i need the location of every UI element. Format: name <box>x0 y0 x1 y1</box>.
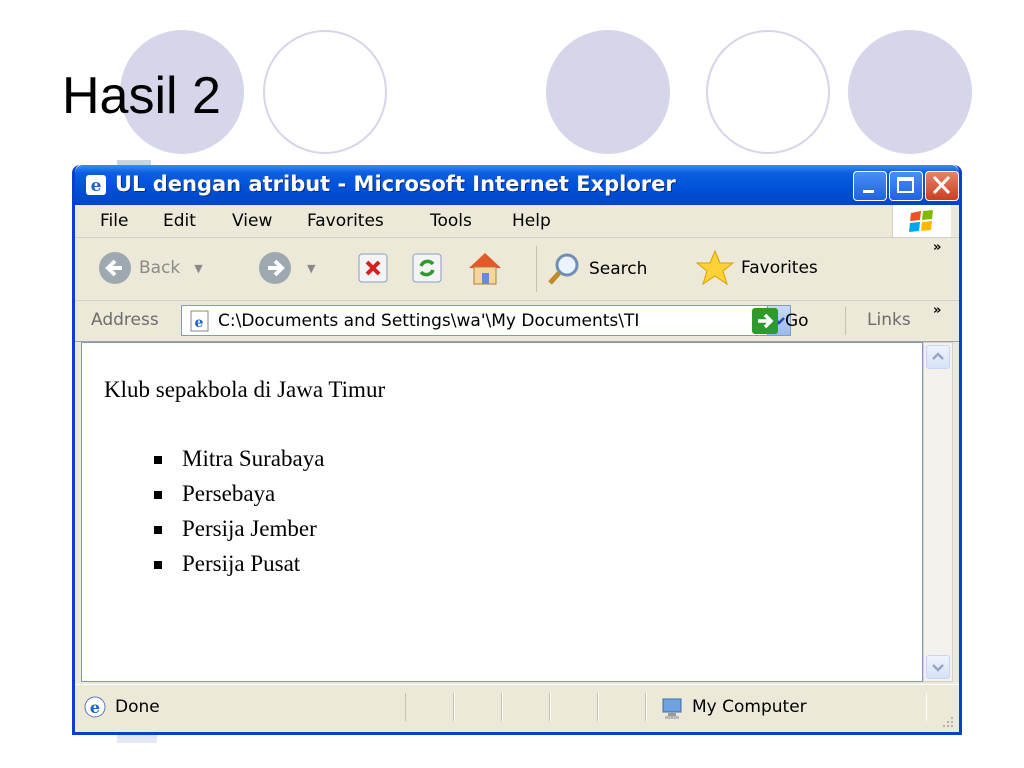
forward-dropdown-icon[interactable]: ▼ <box>307 262 315 275</box>
standard-toolbar: Back ▼ ▼ Search Favorites » <box>75 238 959 301</box>
links-chevron-icon[interactable]: » <box>933 303 941 318</box>
minimize-icon <box>863 190 874 193</box>
maximize-icon <box>897 177 914 193</box>
menu-tools[interactable]: Tools <box>430 211 472 231</box>
svg-text:e: e <box>90 698 100 717</box>
maximize-button[interactable] <box>889 171 923 201</box>
scroll-up-button[interactable] <box>926 345 950 369</box>
status-cell <box>597 693 647 721</box>
status-cell <box>501 693 551 721</box>
address-label: Address <box>91 310 159 330</box>
chevron-up-icon <box>932 352 944 360</box>
status-zone-cell: My Computer <box>645 693 927 721</box>
menu-file[interactable]: File <box>100 211 128 231</box>
address-bar: Address e C:\Documents and Settings\wa'\… <box>75 301 959 342</box>
ie-window: e UL dengan atribut - Microsoft Internet… <box>72 165 962 735</box>
page-heading: Klub sepakbola di Jawa Timur <box>104 377 386 402</box>
forward-arrow-icon <box>259 252 291 284</box>
close-icon <box>932 175 951 195</box>
decor-circle-3 <box>546 30 670 154</box>
search-label: Search <box>589 259 648 279</box>
go-arrow-icon <box>752 308 778 334</box>
status-bar: e Done My Computer <box>75 684 959 732</box>
favorites-star-icon <box>695 249 735 286</box>
refresh-icon <box>412 253 442 283</box>
decor-circle-5 <box>848 30 972 154</box>
status-zone: My Computer <box>692 697 807 717</box>
resize-grip-icon[interactable] <box>939 713 955 729</box>
decor-circle-2 <box>263 30 387 154</box>
decor-circle-4 <box>706 30 830 154</box>
back-label: Back <box>139 258 181 278</box>
address-separator <box>845 307 846 335</box>
list-item: Persija Jember <box>152 511 324 546</box>
search-button[interactable]: Search <box>545 250 647 288</box>
search-icon <box>548 253 579 285</box>
list-item: Persebaya <box>152 476 324 511</box>
windows-logo-icon <box>892 205 951 237</box>
chevron-down-icon <box>932 664 944 672</box>
scroll-down-button[interactable] <box>926 655 950 679</box>
svg-text:e: e <box>195 315 204 331</box>
title-bar[interactable]: e UL dengan atribut - Microsoft Internet… <box>75 165 959 205</box>
my-computer-icon <box>662 698 682 719</box>
refresh-button[interactable] <box>411 252 443 284</box>
menu-view[interactable]: View <box>232 211 272 231</box>
minimize-button[interactable] <box>853 171 887 201</box>
ie-logo-icon: e <box>86 175 106 196</box>
page-content: Klub sepakbola di Jawa Timur Mitra Surab… <box>81 342 923 682</box>
back-arrow-icon <box>99 252 131 284</box>
back-dropdown-icon[interactable]: ▼ <box>194 262 202 275</box>
stop-icon <box>358 253 388 283</box>
home-button[interactable] <box>465 248 505 288</box>
status-text: Done <box>115 697 160 717</box>
status-cell <box>405 693 455 721</box>
slide-title: Hasil 2 <box>62 67 221 125</box>
back-button[interactable]: Back ▼ <box>97 250 203 286</box>
menu-help[interactable]: Help <box>512 211 551 231</box>
favorites-label: Favorites <box>741 258 818 278</box>
menu-edit[interactable]: Edit <box>163 211 196 231</box>
club-list: Mitra Surabaya Persebaya Persija Jember … <box>152 441 324 581</box>
address-input[interactable]: e C:\Documents and Settings\wa'\My Docum… <box>181 305 791 336</box>
list-item: Persija Pusat <box>152 546 324 581</box>
decor-stub-bottom <box>117 735 157 743</box>
close-button[interactable] <box>925 171 959 201</box>
toolbar-more-chevron-icon[interactable]: » <box>933 240 941 255</box>
status-cell <box>453 693 503 721</box>
links-label[interactable]: Links <box>867 310 911 330</box>
vertical-scrollbar[interactable] <box>923 342 953 682</box>
toolbar-separator <box>536 246 537 292</box>
svg-text:e: e <box>91 176 102 196</box>
favorites-button[interactable]: Favorites <box>695 248 818 288</box>
page-icon: e <box>190 310 209 332</box>
list-item: Mitra Surabaya <box>152 441 324 476</box>
address-value: C:\Documents and Settings\wa'\My Documen… <box>218 311 640 331</box>
stop-button[interactable] <box>357 252 389 284</box>
menu-bar: File Edit View Favorites Tools Help <box>75 205 959 238</box>
go-label: Go <box>785 311 809 331</box>
status-cell <box>549 693 599 721</box>
home-icon <box>469 253 501 285</box>
menu-favorites[interactable]: Favorites <box>307 211 384 231</box>
go-button[interactable]: Go <box>751 307 809 335</box>
window-title: UL dengan atribut - Microsoft Internet E… <box>115 172 676 196</box>
page-done-icon: e <box>84 696 106 718</box>
forward-button[interactable]: ▼ <box>257 250 315 286</box>
